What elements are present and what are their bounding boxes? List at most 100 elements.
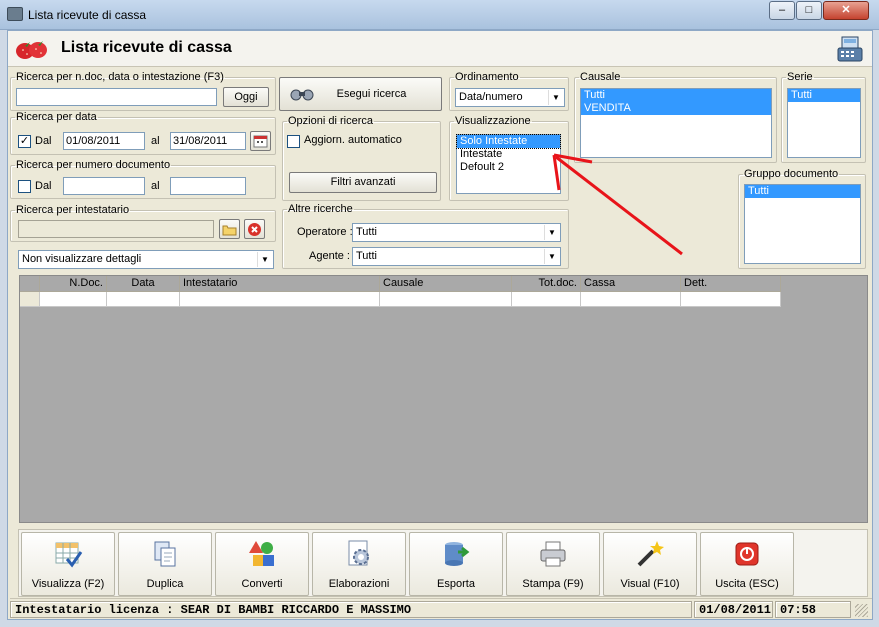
execute-search-button[interactable]: Esegui ricerca (279, 77, 442, 111)
esporta-label: Esporta (437, 578, 475, 590)
causale-legend: Causale (580, 71, 621, 83)
converti-button[interactable]: Converti (215, 532, 309, 596)
table-cell[interactable] (512, 292, 581, 307)
close-button[interactable]: ✕ (823, 1, 869, 20)
visual-button[interactable]: Visual (F10) (603, 532, 697, 596)
table-cell[interactable] (180, 292, 380, 307)
serie-list[interactable]: Tutti (787, 88, 861, 158)
table-cell[interactable] (681, 292, 781, 307)
elaborazioni-button[interactable]: Elaborazioni (312, 532, 406, 596)
table-header-data[interactable]: Data (107, 276, 180, 292)
printer-icon (540, 541, 566, 567)
table-header-dett[interactable]: Dett. (681, 276, 781, 292)
view-legend: Visualizzazione (455, 115, 531, 127)
folder-button[interactable] (219, 219, 240, 239)
causale-item-tutti[interactable]: Tutti (581, 89, 771, 102)
converti-label: Converti (241, 578, 283, 590)
causale-item-vendita[interactable]: VENDITA (581, 102, 771, 115)
advanced-filters-button[interactable]: Filtri avanzati (289, 172, 437, 193)
table-row-header[interactable] (20, 292, 40, 307)
date-al-label: al (151, 135, 160, 147)
time-status: 07:58 (775, 601, 851, 618)
number-filter-checkbox[interactable] (18, 180, 31, 193)
date-from-input[interactable]: 01/08/2011 (63, 132, 145, 150)
operator-label: Operatore : (297, 226, 353, 238)
table-header-causale[interactable]: Causale (380, 276, 512, 292)
table-cell[interactable] (40, 292, 107, 307)
execute-search-label: Esegui ricerca (336, 88, 407, 100)
clear-icon (248, 223, 261, 236)
serie-legend: Serie (787, 71, 813, 83)
search-ndoc-input[interactable] (16, 88, 217, 106)
auto-update-checkbox[interactable] (287, 135, 300, 148)
uscita-button[interactable]: Uscita (ESC) (700, 532, 794, 596)
sorting-select[interactable]: Data/numero ▼ (455, 88, 565, 107)
elaborazioni-label: Elaborazioni (328, 578, 390, 590)
minimize-button[interactable]: – (769, 1, 795, 20)
maximize-button[interactable]: □ (796, 1, 822, 20)
documents-table[interactable]: N.Doc. Data Intestatario Causale Tot.doc… (19, 275, 868, 523)
gear-document-icon (348, 540, 369, 566)
strawberry-icon (16, 41, 47, 59)
folder-icon (222, 225, 237, 236)
annotation-arrow (552, 153, 683, 256)
oggi-button[interactable]: Oggi (223, 87, 269, 107)
auto-update-label: Aggiorn. automatico (304, 134, 402, 146)
search-holder-legend: Ricerca per intestatario (16, 204, 130, 216)
table-header-ndoc[interactable]: N.Doc. (40, 276, 107, 292)
magic-wand-icon (637, 541, 664, 567)
number-from-input[interactable] (63, 177, 145, 195)
visual-label: Visual (F10) (620, 578, 680, 590)
window-client: Lista ricevute di cassa Ricerca per n.do… (7, 30, 873, 620)
table-header-totdoc[interactable]: Tot.doc. (512, 276, 581, 292)
document-group-list[interactable]: Tutti (744, 184, 861, 264)
export-database-icon (445, 542, 470, 566)
search-date-legend: Ricerca per data (16, 111, 97, 123)
chevron-down-icon[interactable]: ▼ (257, 252, 272, 267)
table-cell[interactable] (581, 292, 681, 307)
esporta-button[interactable]: Esporta (409, 532, 503, 596)
table-cell[interactable] (380, 292, 512, 307)
duplica-button[interactable]: Duplica (118, 532, 212, 596)
table-header-intestatario[interactable]: Intestatario (180, 276, 380, 292)
license-status: Intestatario licenza : SEAR DI BAMBI RIC… (10, 601, 692, 618)
duplicate-icon (154, 541, 176, 567)
convert-shapes-icon (249, 541, 274, 566)
agent-select[interactable]: Tutti ▼ (352, 247, 561, 266)
sorting-legend: Ordinamento (455, 71, 519, 83)
visualizza-button[interactable]: Visualizza (F2) (21, 532, 115, 596)
details-select-value: Non visualizzare dettagli (22, 253, 142, 265)
grid-check-icon (55, 542, 83, 568)
document-group-legend: Gruppo documento (744, 168, 839, 180)
document-group-item-tutti[interactable]: Tutti (745, 185, 860, 198)
cash-register-icon (7, 7, 23, 21)
uscita-label: Uscita (ESC) (715, 578, 779, 590)
search-options-legend: Opzioni di ricerca (288, 115, 373, 127)
calendar-button[interactable] (250, 131, 271, 151)
stampa-button[interactable]: Stampa (F9) (506, 532, 600, 596)
number-al-label: al (151, 180, 160, 192)
chevron-down-icon[interactable]: ▼ (548, 90, 563, 105)
table-header-cassa[interactable]: Cassa (581, 276, 681, 292)
number-to-input[interactable] (170, 177, 246, 195)
date-to-input[interactable]: 31/08/2011 (170, 132, 246, 150)
agent-select-value: Tutti (356, 250, 377, 262)
binoculars-icon (290, 89, 314, 101)
table-cell[interactable] (107, 292, 180, 307)
clear-button[interactable] (244, 219, 265, 239)
number-dal-label: Dal (35, 180, 52, 192)
table-header-cell[interactable] (20, 276, 40, 292)
sorting-select-value: Data/numero (459, 91, 523, 103)
title-bar[interactable]: Lista ricevute di cassa – □ ✕ (0, 0, 879, 30)
resize-grip[interactable] (855, 604, 868, 617)
holder-input[interactable] (18, 220, 214, 238)
date-filter-checkbox[interactable]: ✓ (18, 135, 31, 148)
bottom-toolbar: Visualizza (F2) Duplica Converti Elabora… (18, 529, 868, 597)
duplica-label: Duplica (146, 578, 184, 590)
operator-select[interactable]: Tutti ▼ (352, 223, 561, 242)
search-ndoc-legend: Ricerca per n.doc, data o intestazione (… (16, 71, 224, 83)
other-searches-legend: Altre ricerche (288, 203, 353, 215)
details-select[interactable]: Non visualizzare dettagli ▼ (18, 250, 274, 269)
serie-item-tutti[interactable]: Tutti (788, 89, 860, 102)
operator-select-value: Tutti (356, 226, 377, 238)
